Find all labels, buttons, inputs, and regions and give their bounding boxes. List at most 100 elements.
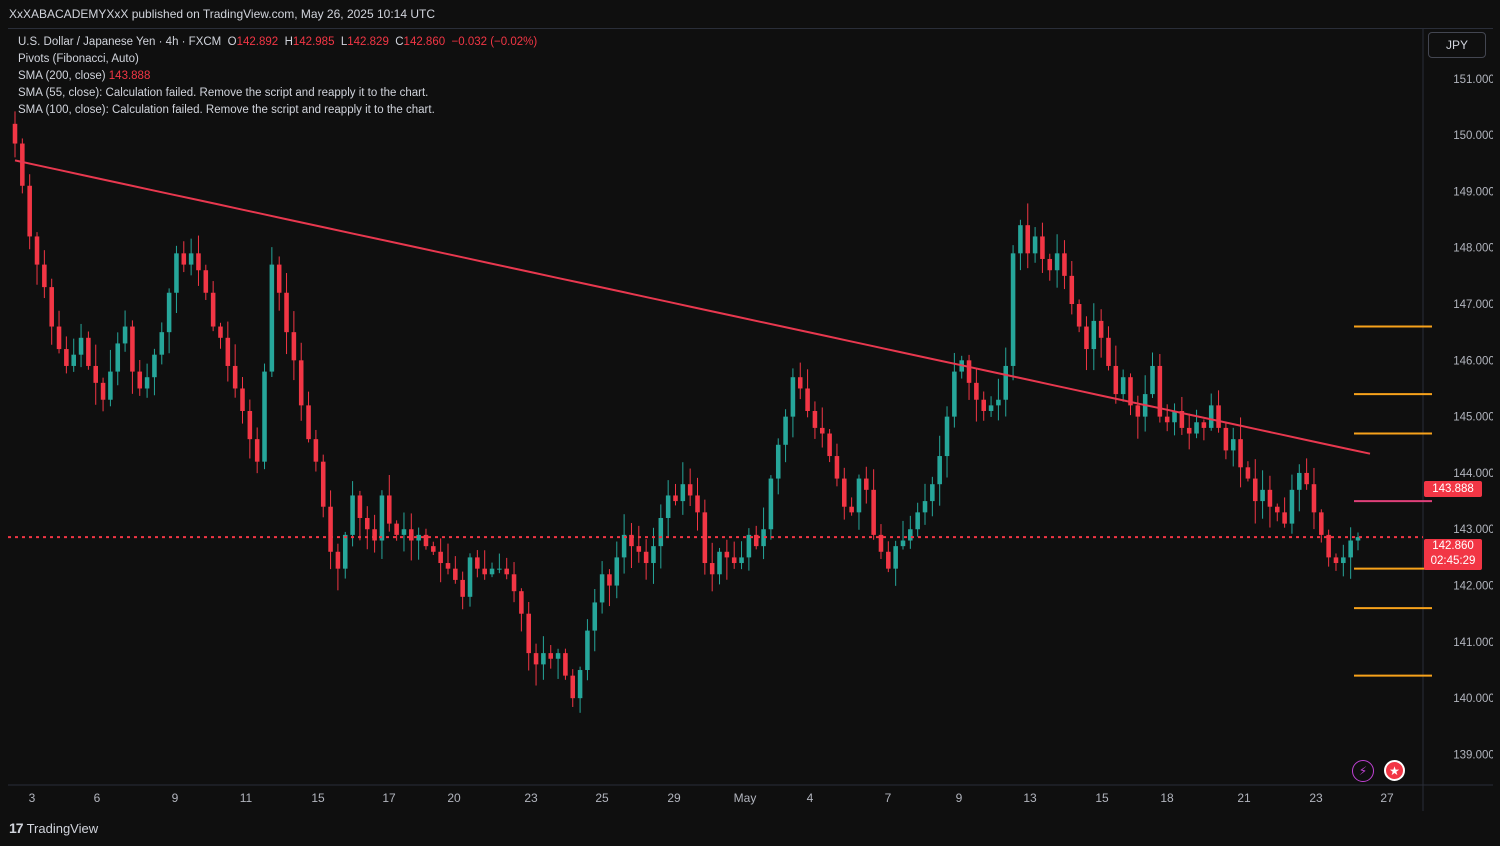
x-tick-label: May (734, 791, 757, 805)
candle-body (819, 427, 825, 434)
candle-body (240, 388, 245, 411)
candle-body (56, 326, 62, 350)
candle-body (900, 540, 906, 547)
candle-body (695, 495, 700, 513)
open-value: 142.892 (236, 36, 279, 48)
candle-body (364, 517, 370, 530)
candle-body (709, 563, 715, 575)
candle-body (159, 332, 165, 355)
candle-body (599, 574, 605, 603)
candle-body (1252, 478, 1258, 502)
y-tick-label: 144.000 (1453, 468, 1493, 480)
x-tick-label: 23 (1309, 791, 1323, 805)
y-tick-label: 147.000 (1453, 299, 1493, 311)
candle-body (1010, 253, 1016, 366)
published-header: XxXABACADEMYXxX published on TradingView… (0, 0, 1500, 28)
y-tick-label: 140.000 (1453, 693, 1493, 705)
sma200-indicator[interactable]: SMA (200, close) 143.888 (18, 68, 537, 85)
candle-body (42, 264, 47, 288)
pivots-indicator[interactable]: Pivots (Fibonacci, Auto) (18, 51, 537, 68)
candle-body (519, 591, 524, 614)
candle-body (739, 557, 744, 564)
currency-button[interactable]: JPY (1428, 32, 1486, 58)
candle-body (93, 365, 99, 383)
candle-body (783, 416, 788, 445)
candle-body (886, 551, 891, 569)
candle-body (585, 630, 590, 671)
x-tick-label: 7 (885, 791, 892, 805)
candle-body (78, 337, 84, 355)
candle-body (298, 360, 304, 406)
brand-name: TradingView (26, 821, 99, 836)
x-tick-label: 15 (1095, 791, 1109, 805)
candle-body (284, 292, 289, 333)
candle-body (607, 574, 612, 586)
candle-body (643, 551, 649, 564)
candle-body (717, 551, 722, 575)
y-tick-label: 149.000 (1453, 186, 1493, 198)
candle-body (1348, 540, 1353, 558)
y-tick-label: 141.000 (1453, 637, 1493, 649)
candle-body (100, 382, 106, 400)
candle-body (1319, 512, 1324, 535)
candle-body (137, 371, 143, 389)
x-tick-label: 21 (1237, 791, 1251, 805)
candle-body (526, 613, 531, 654)
y-tick-label: 145.000 (1453, 412, 1493, 424)
candle-body (144, 377, 150, 389)
candle-body (1341, 557, 1346, 564)
candle-body (1150, 365, 1155, 395)
candle-body (1032, 236, 1038, 254)
candle-body (614, 557, 620, 586)
candle-body (445, 563, 451, 569)
candle-body (218, 326, 223, 338)
symbol-ohlc-row: U.S. Dollar / Japanese Yen · 4h · FXCM O… (18, 36, 538, 48)
candle-body (320, 461, 326, 507)
candle-body (1069, 275, 1075, 305)
flash-icon[interactable]: ⚡ (1352, 760, 1374, 782)
candle-body (930, 484, 935, 502)
tradingview-logo[interactable]: 17 TradingView (9, 811, 98, 846)
candle-body (1304, 472, 1309, 485)
us-flag-icon[interactable]: ★ (1384, 760, 1405, 781)
candle-body (269, 264, 275, 372)
candle-body (71, 354, 76, 366)
candle-body (856, 478, 862, 513)
symbol-line[interactable]: U.S. Dollar / Japanese Yen · 4h · FXCM (18, 36, 221, 48)
candle-body (1282, 512, 1287, 524)
price-chart[interactable]: 151.000 150.000 149.000 148.000 147.000 146.0… (8, 29, 1493, 811)
candle-body (225, 337, 231, 366)
last-price-value: 142.860 (1432, 540, 1474, 552)
candle-body (291, 332, 297, 361)
candle-body (1084, 326, 1089, 350)
candle-body (1194, 422, 1199, 434)
candle-body (790, 377, 796, 417)
candle-body (966, 360, 972, 383)
candle-body (1326, 534, 1331, 558)
sma55-indicator[interactable]: SMA (55, close): Calculation failed. Rem… (18, 85, 537, 102)
candle-body (306, 405, 311, 440)
candle-body (533, 653, 539, 665)
candle-body (1003, 365, 1009, 400)
candle-body (570, 675, 576, 699)
candle-body (651, 546, 656, 564)
candle-body (1267, 489, 1273, 507)
candle-body (460, 579, 465, 597)
candle-body (49, 287, 54, 327)
x-tick-label: 3 (29, 791, 36, 805)
x-tick-label: 29 (667, 791, 681, 805)
candle-body (797, 377, 803, 389)
last-price-tag: 142.860 02:45:29 (1424, 539, 1482, 570)
sma100-indicator[interactable]: SMA (100, close): Calculation failed. Re… (18, 102, 537, 119)
candle-body (203, 270, 209, 293)
candle-body (1040, 236, 1045, 259)
candle-body (687, 484, 693, 496)
chart-frame[interactable]: 151.000 150.000 149.000 148.000 147.000 146.0… (8, 28, 1493, 812)
candle-body (871, 489, 876, 535)
sma200-value: 143.888 (108, 70, 151, 82)
candle-body (12, 123, 18, 144)
candle-body (548, 653, 554, 659)
candle-body (196, 253, 201, 271)
candle-body (944, 416, 950, 457)
sma-price-tag: 143.888 (1424, 481, 1482, 497)
